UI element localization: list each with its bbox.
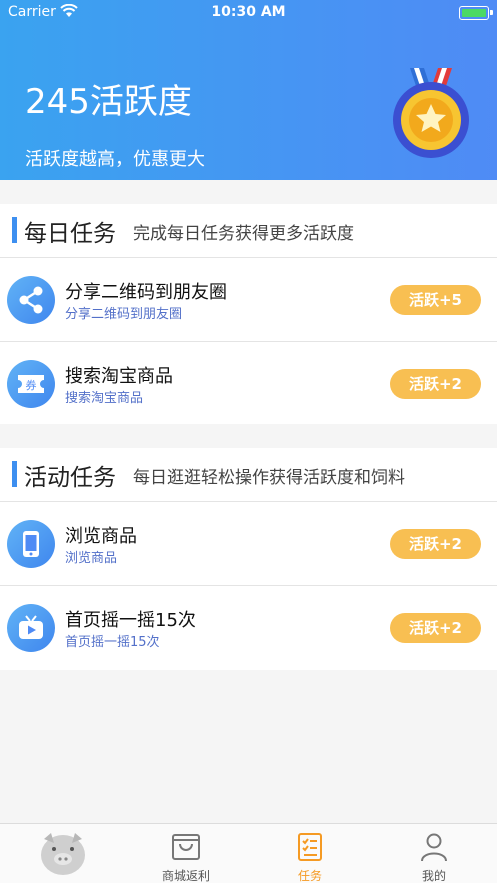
tab-home[interactable] [0, 824, 124, 883]
share-icon [7, 276, 55, 324]
task-subtitle: 浏览商品 [65, 551, 118, 566]
section-header: 活动任务 每日逛逛轻松操作获得活跃度和饲料 [0, 448, 497, 500]
pig-mascot-icon [41, 833, 85, 875]
tv-icon [7, 604, 55, 652]
tab-label: 我的 [421, 869, 446, 883]
tab-tasks[interactable]: 任务 [248, 824, 372, 883]
section-description: 完成每日任务获得更多活跃度 [133, 224, 354, 244]
section-title: 每日任务 [24, 221, 116, 247]
tab-label: 任务 [297, 869, 322, 883]
section-accent-bar [12, 217, 17, 243]
reward-button[interactable]: 活跃+2 [390, 369, 481, 399]
task-subtitle: 分享二维码到朋友圈 [65, 307, 183, 322]
section-accent-bar [12, 461, 17, 487]
medal-icon [388, 64, 474, 160]
section-description: 每日逛逛轻松操作获得活跃度和饲料 [133, 468, 405, 488]
task-row-share-qrcode[interactable]: 分享二维码到朋友圈 分享二维码到朋友圈 活跃+5 [0, 257, 497, 341]
tab-label: 商城返利 [161, 869, 210, 883]
bottom-tab-bar: 商城返利 任务 我的 [0, 823, 497, 883]
battery-icon [459, 6, 493, 20]
activity-score-title: 245活跃度 [25, 82, 192, 122]
section-title: 活动任务 [24, 465, 116, 491]
daily-tasks-section: 每日任务 完成每日任务获得更多活跃度 分享二维码到朋友圈 分享二维码到朋友圈 活… [0, 204, 497, 424]
task-row-browse-products[interactable]: 浏览商品 浏览商品 活跃+2 [0, 501, 497, 585]
svg-text:券: 券 [26, 378, 37, 392]
reward-button[interactable]: 活跃+5 [390, 285, 481, 315]
reward-button[interactable]: 活跃+2 [390, 613, 481, 643]
task-row-search-taobao[interactable]: 券 搜索淘宝商品 搜索淘宝商品 活跃+2 [0, 341, 497, 425]
task-subtitle: 搜索淘宝商品 [65, 391, 144, 406]
user-icon [421, 833, 447, 862]
tab-mine[interactable]: 我的 [372, 824, 496, 883]
section-header: 每日任务 完成每日任务获得更多活跃度 [0, 204, 497, 256]
task-name: 浏览商品 [65, 526, 137, 547]
bag-icon [172, 834, 200, 860]
reward-button[interactable]: 活跃+2 [390, 529, 481, 559]
header-banner: Carrier 10:30 AM 245活跃度 活跃度越高，优惠更大 [0, 0, 497, 180]
activity-tasks-section: 活动任务 每日逛逛轻松操作获得活跃度和饲料 浏览商品 浏览商品 活跃+2 首页摇… [0, 448, 497, 670]
task-name: 搜索淘宝商品 [65, 366, 173, 387]
task-row-shake-homepage[interactable]: 首页摇一摇15次 首页摇一摇15次 活跃+2 [0, 585, 497, 669]
status-bar: Carrier 10:30 AM [0, 0, 497, 26]
checklist-icon [298, 833, 322, 861]
task-name: 分享二维码到朋友圈 [65, 282, 227, 303]
task-name: 首页摇一摇15次 [65, 610, 196, 631]
task-subtitle: 首页摇一摇15次 [65, 635, 160, 650]
phone-icon [7, 520, 55, 568]
coupon-icon: 券 [7, 360, 55, 408]
clock: 10:30 AM [211, 4, 286, 20]
activity-score-subtitle: 活跃度越高，优惠更大 [25, 149, 205, 170]
tab-mall-rebate[interactable]: 商城返利 [124, 824, 248, 883]
